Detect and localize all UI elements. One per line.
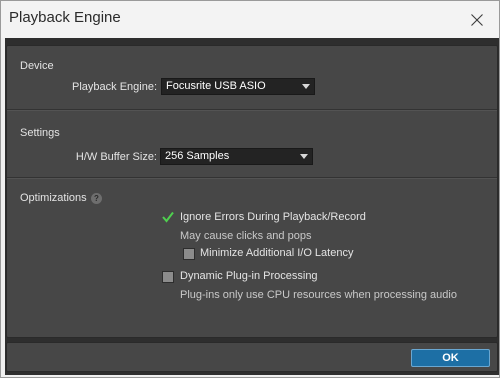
dialog-body: Device Playback Engine: Focusrite USB AS… bbox=[5, 38, 499, 375]
section-label-optimizations: Optimizations bbox=[20, 192, 87, 204]
divider bbox=[7, 177, 497, 179]
checkmark-icon bbox=[162, 211, 174, 223]
section-label-device: Device bbox=[20, 60, 54, 72]
section-label-settings: Settings bbox=[20, 127, 60, 139]
close-icon bbox=[471, 13, 483, 26]
buffer-size-value: 256 Samples bbox=[165, 150, 230, 162]
playback-engine-label: Playback Engine: bbox=[72, 81, 157, 93]
minimize-latency-label[interactable]: Minimize Additional I/O Latency bbox=[200, 247, 353, 259]
help-icon[interactable]: ? bbox=[91, 193, 102, 204]
buffer-size-label: H/W Buffer Size: bbox=[75, 151, 157, 163]
dynamic-plugin-note: Plug-ins only use CPU resources when pro… bbox=[180, 289, 457, 301]
chevron-down-icon bbox=[300, 154, 308, 159]
playback-engine-dropdown[interactable]: Focusrite USB ASIO bbox=[161, 78, 315, 95]
playback-engine-value: Focusrite USB ASIO bbox=[166, 80, 266, 92]
divider bbox=[7, 109, 497, 111]
ignore-errors-note: May cause clicks and pops bbox=[180, 230, 312, 242]
settings-panel: Device Playback Engine: Focusrite USB AS… bbox=[6, 45, 498, 338]
dialog-footer: OK bbox=[6, 342, 498, 372]
ignore-errors-checkbox[interactable] bbox=[162, 211, 174, 223]
minimize-latency-checkbox[interactable] bbox=[183, 248, 195, 260]
window-title: Playback Engine bbox=[9, 9, 121, 26]
close-button[interactable] bbox=[455, 1, 499, 38]
title-bar[interactable]: Playback Engine bbox=[1, 1, 499, 38]
dialog-window: Playback Engine Device Playback Engine: … bbox=[0, 0, 500, 378]
ignore-errors-label[interactable]: Ignore Errors During Playback/Record bbox=[180, 211, 366, 223]
dynamic-plugin-label[interactable]: Dynamic Plug-in Processing bbox=[180, 270, 318, 282]
buffer-size-dropdown[interactable]: 256 Samples bbox=[160, 148, 313, 165]
ok-button[interactable]: OK bbox=[411, 349, 490, 367]
dynamic-plugin-checkbox[interactable] bbox=[162, 271, 174, 283]
chevron-down-icon bbox=[302, 84, 310, 89]
